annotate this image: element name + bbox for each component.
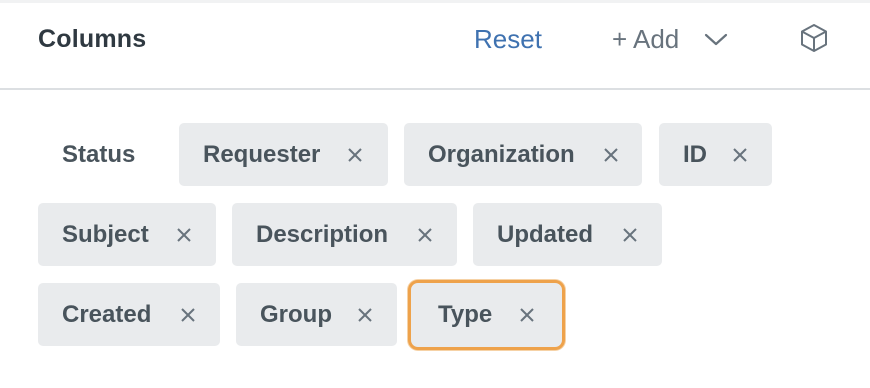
add-column-button[interactable]: + Add: [612, 24, 729, 55]
close-icon[interactable]: [603, 147, 619, 163]
column-chip-updated[interactable]: Updated: [473, 203, 662, 266]
add-label: + Add: [612, 24, 680, 54]
panel-header: Columns Reset + Add: [0, 3, 870, 90]
column-chip-subject[interactable]: Subject: [38, 203, 216, 266]
column-chip-organization[interactable]: Organization: [404, 123, 642, 186]
column-chip-id[interactable]: ID: [659, 123, 772, 186]
column-label: ID: [683, 140, 707, 168]
column-label: Group: [260, 300, 332, 328]
close-icon[interactable]: [732, 147, 748, 163]
column-label: Subject: [62, 220, 149, 248]
cube-icon[interactable]: [798, 22, 830, 54]
column-chip-description[interactable]: Description: [232, 203, 457, 266]
close-icon[interactable]: [180, 307, 196, 323]
chevron-down-icon[interactable]: [703, 32, 729, 48]
close-icon[interactable]: [357, 307, 373, 323]
column-label: Organization: [428, 140, 575, 168]
column-label: Status: [62, 140, 136, 168]
column-label: Description: [256, 220, 389, 248]
close-icon[interactable]: [417, 227, 433, 243]
column-label: Type: [438, 301, 493, 328]
close-icon[interactable]: [622, 227, 638, 243]
close-icon[interactable]: [176, 227, 192, 243]
close-icon[interactable]: [347, 147, 363, 163]
column-chip-type[interactable]: Type: [408, 280, 565, 350]
column-status: Status: [38, 123, 158, 186]
columns-panel: Columns Reset + Add Status Requester Org…: [0, 0, 870, 388]
column-label: Created: [62, 300, 152, 328]
close-icon[interactable]: [519, 307, 535, 323]
column-chip-requester[interactable]: Requester: [179, 123, 388, 186]
reset-button[interactable]: Reset: [474, 24, 542, 55]
column-chip-group[interactable]: Group: [236, 283, 397, 346]
column-label: Updated: [497, 220, 593, 248]
column-chip-created[interactable]: Created: [38, 283, 220, 346]
panel-title: Columns: [38, 25, 147, 53]
column-label: Requester: [203, 140, 321, 168]
